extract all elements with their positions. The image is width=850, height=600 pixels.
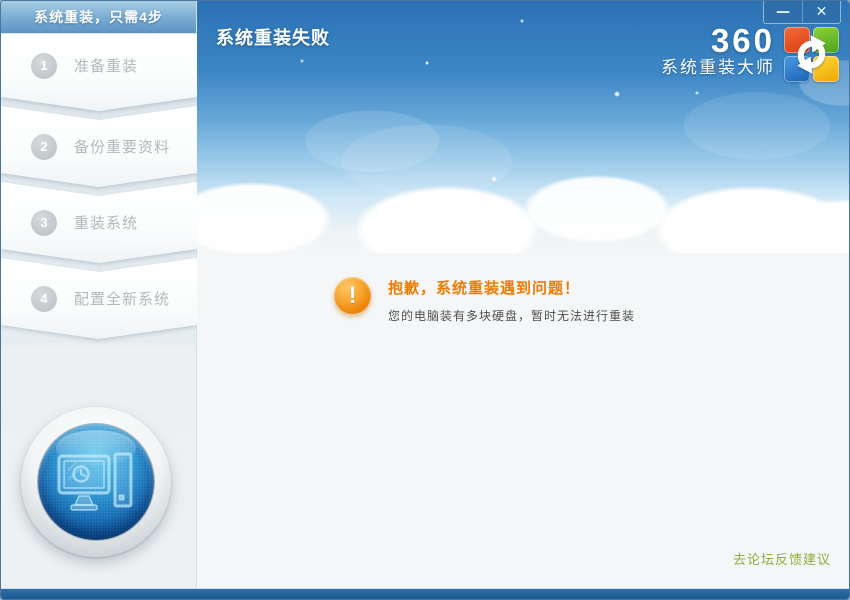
- step-number-badge: 3: [31, 209, 57, 236]
- window-controls: — ✕: [763, 1, 841, 24]
- swap-arrows-icon: [797, 35, 826, 74]
- exclamation-glyph: !: [348, 281, 357, 309]
- sidebar-title: 系统重装，只需4步: [1, 1, 196, 34]
- bottom-bar: [1, 588, 849, 599]
- close-icon: ✕: [815, 3, 828, 20]
- error-detail: 您的电脑装有多块硬盘，暂时无法进行重装: [388, 309, 636, 323]
- app-window: 系统重装，只需4步 1 准备重装 2 备份重要资料 3 重装系统 4 配置全新系…: [0, 0, 850, 600]
- brand-block: 360 系统重装大师: [661, 22, 839, 82]
- page-title: 系统重装失败: [216, 28, 330, 48]
- warning-icon: !: [334, 277, 371, 314]
- main-panel: 系统重装失败 360 系统重装大师 — ✕ ! 抱歉，系统重装遇到问题！ 您的电…: [197, 1, 849, 590]
- brand-text: 360 系统重装大师: [661, 22, 775, 79]
- brand-subtitle: 系统重装大师: [661, 58, 775, 77]
- step-item-backup: 2 备份重要资料: [1, 106, 197, 187]
- error-message-block: ! 抱歉，系统重装遇到问题！ 您的电脑装有多块硬盘，暂时无法进行重装: [334, 275, 635, 324]
- brand-logo-icon: [784, 27, 839, 82]
- step-number-badge: 2: [31, 133, 57, 160]
- step-item-configure: 4 配置全新系统: [1, 258, 197, 339]
- error-title: 抱歉，系统重装遇到问题！: [388, 280, 581, 297]
- forum-feedback-link[interactable]: 去论坛反馈建议: [733, 549, 831, 568]
- sidebar: 系统重装，只需4步 1 准备重装 2 备份重要资料 3 重装系统 4 配置全新系…: [1, 1, 197, 590]
- step-number-badge: 1: [31, 52, 57, 79]
- close-button[interactable]: ✕: [802, 1, 840, 23]
- home-button[interactable]: [21, 407, 171, 557]
- step-label: 配置全新系统: [74, 291, 171, 308]
- step-item-prepare: 1 准备重装: [1, 34, 197, 111]
- step-label: 重装系统: [74, 215, 139, 232]
- brand-name: 360: [710, 22, 775, 59]
- minimize-button[interactable]: —: [764, 1, 802, 23]
- step-item-reinstall: 3 重装系统: [1, 182, 197, 263]
- computer-icon: [38, 424, 154, 540]
- step-number-badge: 4: [31, 285, 57, 312]
- step-label: 准备重装: [74, 58, 139, 75]
- step-label: 备份重要资料: [74, 139, 171, 156]
- minimize-icon: —: [776, 3, 790, 20]
- error-text: 抱歉，系统重装遇到问题！ 您的电脑装有多块硬盘，暂时无法进行重装: [388, 275, 635, 324]
